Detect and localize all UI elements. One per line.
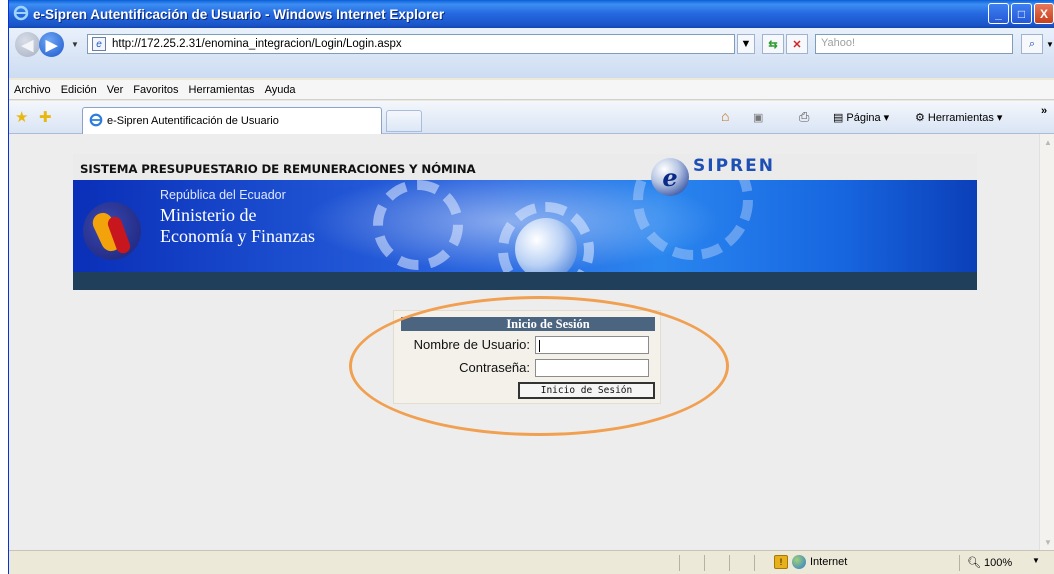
address-dropdown-button[interactable]: ▼	[737, 34, 755, 54]
ministry-logo-icon	[83, 202, 141, 260]
esipren-logo-icon: e	[651, 158, 689, 196]
tools-menu-label: Herramientas	[927, 111, 994, 124]
banner-bottom-bar	[73, 272, 977, 290]
search-button[interactable]: ⌕	[1021, 34, 1043, 54]
page-content: SISTEMA PRESUPUESTARIO DE REMUNERACIONES…	[9, 134, 1039, 550]
internet-zone-icon	[792, 555, 806, 569]
header-banner: SISTEMA PRESUPUESTARIO DE REMUNERACIONES…	[73, 154, 977, 290]
menu-archivo[interactable]: Archivo	[9, 84, 56, 96]
print-icon[interactable]: ⎙	[799, 109, 809, 125]
menu-herramientas[interactable]: Herramientas	[184, 84, 260, 96]
forward-button[interactable]: ▶	[39, 32, 64, 57]
browser-window: e-Sipren Autentificación de Usuario - Wi…	[8, 0, 1054, 574]
home-icon[interactable]: ⌂	[721, 108, 729, 124]
page-menu-icon: ▤	[833, 112, 844, 124]
menu-edicion[interactable]: Edición	[56, 84, 102, 96]
scroll-up-icon[interactable]: ▲	[1041, 134, 1054, 150]
status-bar: ! Internet 🔍︎ 100% ▼	[9, 550, 1054, 574]
zoom-level[interactable]: 🔍︎ 100%	[967, 556, 1012, 569]
favorites-star-icon[interactable]: ★	[15, 108, 28, 126]
menu-ver[interactable]: Ver	[102, 84, 129, 96]
gear-decoration-icon	[373, 180, 463, 270]
ministry-name-line1: Ministerio de	[160, 205, 257, 225]
chevron-down-icon: ▼	[1046, 39, 1054, 49]
sipren-brand: SIPREN	[693, 156, 775, 176]
republic-label: República del Ecuador	[160, 188, 286, 202]
security-zone-label: Internet	[810, 556, 848, 568]
tab-label: e-Sipren Autentificación de Usuario	[107, 115, 279, 127]
refresh-icon: ⇆	[768, 38, 778, 51]
chevron-down-icon[interactable]: ▼	[1032, 556, 1040, 565]
ministry-banner: República del Ecuador Ministerio de Econ…	[73, 180, 977, 272]
menu-favoritos[interactable]: Favoritos	[128, 84, 183, 96]
page-menu-button[interactable]: ▤ Página ▾	[833, 111, 890, 125]
chevron-down-icon: ▾	[883, 112, 890, 124]
menu-bar: Archivo Edición Ver Favoritos Herramient…	[9, 80, 1054, 100]
protected-mode-icon[interactable]: !	[774, 555, 788, 569]
toolbar-overflow-button[interactable]: »	[1041, 105, 1047, 117]
chevron-down-icon: ▼	[740, 38, 752, 50]
menu-ayuda[interactable]: Ayuda	[260, 84, 301, 96]
tab-esipren[interactable]: e-Sipren Autentificación de Usuario	[82, 107, 382, 134]
feeds-icon[interactable]: ▣	[753, 111, 763, 124]
ie-logo-icon	[13, 5, 29, 24]
back-arrow-icon: ◀	[21, 36, 34, 54]
vertical-scrollbar[interactable]: ▲ ▼	[1039, 134, 1054, 550]
new-tab-button[interactable]	[386, 110, 422, 132]
minimize-button[interactable]: _	[988, 3, 1009, 24]
gear-icon: ⚙	[915, 112, 925, 124]
page-menu-label: Página	[846, 111, 881, 124]
scroll-down-icon[interactable]: ▼	[1041, 534, 1054, 550]
window-title: e-Sipren Autentificación de Usuario - Wi…	[33, 6, 445, 22]
highlight-ellipse-annotation	[349, 296, 729, 436]
tools-menu-button[interactable]: ⚙ Herramientas ▾	[915, 111, 1003, 125]
maximize-button[interactable]: □	[1011, 3, 1032, 24]
back-button[interactable]: ◀	[15, 32, 40, 57]
refresh-button[interactable]: ⇆	[762, 34, 784, 54]
add-favorites-icon[interactable]: ✚	[39, 108, 52, 126]
banner-top-strip: SISTEMA PRESUPUESTARIO DE REMUNERACIONES…	[73, 154, 977, 196]
search-input[interactable]: Yahoo!	[815, 34, 1013, 54]
history-dropdown-icon[interactable]: ▼	[71, 40, 79, 49]
search-icon: ⌕	[1028, 37, 1036, 50]
title-bar[interactable]: e-Sipren Autentificación de Usuario - Wi…	[9, 0, 1054, 28]
address-url: http://172.25.2.31/enomina_integracion/L…	[112, 38, 402, 50]
tab-ie-icon	[89, 113, 103, 130]
stop-button[interactable]: ✕	[786, 34, 808, 54]
close-button[interactable]: X	[1034, 3, 1054, 24]
address-input[interactable]: e http://172.25.2.31/enomina_integracion…	[87, 34, 735, 54]
page-icon: e	[92, 37, 106, 51]
tab-toolbar: ★ ✚ e-Sipren Autentificación de Usuario …	[9, 101, 1054, 134]
address-toolbar: ◀ ▶ ▼ e http://172.25.2.31/enomina_integ…	[9, 28, 1054, 78]
ministry-name-line2: Economía y Finanzas	[160, 226, 315, 246]
zoom-icon: 🔍︎	[967, 557, 981, 569]
system-title: SISTEMA PRESUPUESTARIO DE REMUNERACIONES…	[80, 162, 476, 176]
gear-hub-icon	[515, 218, 577, 272]
chevron-down-icon: ▾	[996, 112, 1003, 124]
zoom-value: 100%	[984, 557, 1013, 569]
forward-arrow-icon: ▶	[45, 36, 58, 54]
search-options-dropdown[interactable]: ▼	[1045, 34, 1054, 54]
stop-icon: ✕	[792, 38, 802, 51]
